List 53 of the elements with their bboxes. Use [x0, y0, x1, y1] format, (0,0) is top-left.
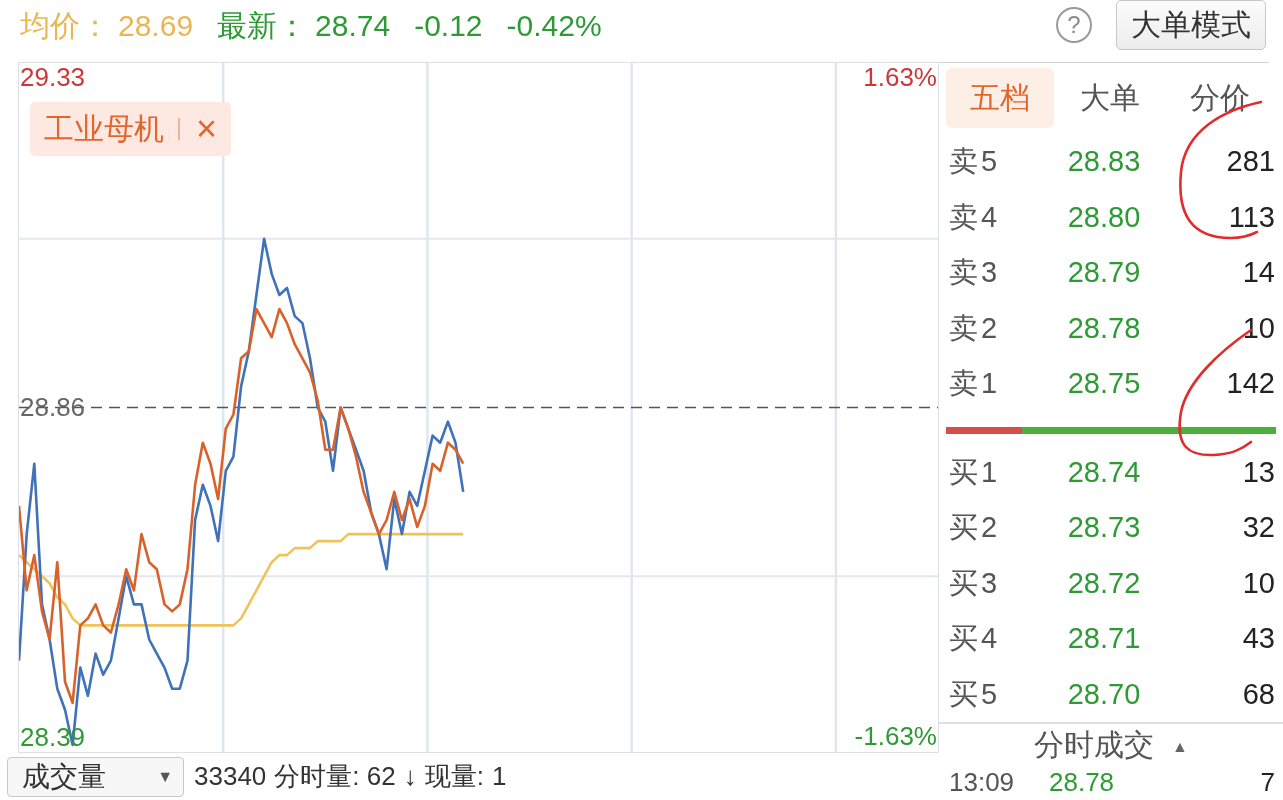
order-volume: 68: [1241, 679, 1275, 709]
order-volume: 281: [1225, 147, 1275, 177]
order-price: 28.79: [1066, 258, 1142, 288]
current-volume-value: 1: [491, 762, 507, 791]
y2-axis-tick-label: 1.63%: [863, 63, 937, 92]
order-volume: 14: [1241, 258, 1275, 288]
order-volume: 43: [1241, 624, 1275, 654]
period-volume-text: 分时量: 62: [274, 762, 396, 791]
order-level-label: 卖2: [949, 313, 1002, 343]
price-change: -0.12: [414, 8, 483, 42]
trade-volume: 7: [1259, 769, 1275, 795]
order-book-tab[interactable]: 大单: [1056, 68, 1164, 128]
trades-section-toggle[interactable]: 分时成交 ▲: [1034, 730, 1188, 760]
order-price: 28.78: [1066, 313, 1142, 343]
order-volume: 10: [1241, 568, 1275, 598]
order-level-label: 卖3: [949, 258, 1002, 288]
avg-price-label: 均价：: [20, 8, 110, 42]
volume-selector-dropdown[interactable]: 成交量 ▼: [7, 756, 184, 797]
latest-price-value: 28.74: [315, 8, 391, 42]
order-book-tab[interactable]: 分价: [1166, 68, 1274, 128]
price-change-percent: -0.42%: [506, 8, 602, 42]
order-volume: 32: [1241, 513, 1275, 543]
direction-arrow: ↓: [403, 762, 417, 791]
order-level-label: 卖5: [949, 147, 1002, 177]
order-price: 28.80: [1066, 202, 1142, 232]
order-level-label: 买4: [949, 624, 1002, 654]
mode-button[interactable]: 大单模式: [1116, 0, 1266, 50]
trade-price: 28.78: [1049, 769, 1116, 795]
order-volume: 142: [1225, 369, 1275, 399]
order-volume: 10: [1241, 313, 1275, 343]
avg-price-value: 28.69: [118, 8, 194, 42]
order-level-label: 卖4: [949, 202, 1002, 232]
order-price: 28.74: [1066, 457, 1142, 487]
order-level-label: 买5: [949, 679, 1002, 709]
order-level-label: 买2: [949, 513, 1002, 543]
y2-axis-tick-label: -1.63%: [854, 721, 937, 751]
order-price: 28.75: [1066, 369, 1142, 399]
order-volume: 13: [1241, 457, 1275, 487]
order-price: 28.72: [1066, 568, 1142, 598]
order-price: 28.83: [1066, 147, 1142, 177]
order-volume: 113: [1227, 202, 1275, 232]
order-level-label: 买1: [949, 457, 1002, 487]
order-price: 28.70: [1066, 679, 1142, 709]
volume-total-text: 33340: [194, 762, 267, 791]
y-axis-tick-label: 29.33: [20, 62, 86, 92]
concept-tag-label: 工业母机: [44, 114, 164, 144]
order-level-label: 卖1: [949, 369, 1002, 399]
order-price: 28.73: [1066, 513, 1142, 543]
current-volume-label: 现量:: [424, 762, 484, 791]
trade-time: 13:09: [949, 769, 1016, 795]
latest-price-label: 最新：: [217, 8, 308, 42]
order-level-label: 买3: [949, 568, 1002, 598]
order-price: 28.71: [1066, 624, 1142, 654]
